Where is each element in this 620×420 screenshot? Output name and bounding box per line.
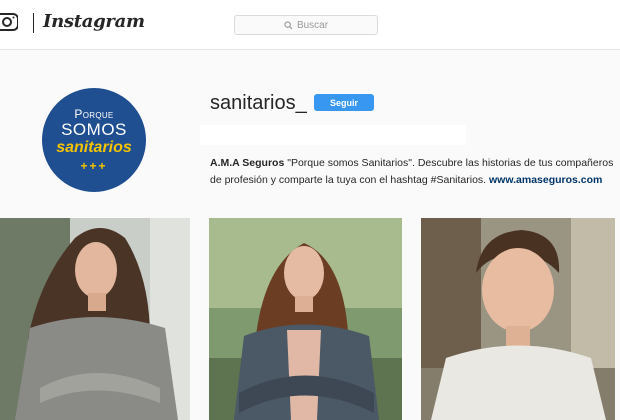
search-placeholder: Buscar bbox=[296, 19, 329, 31]
instagram-wordmark[interactable]: Instagram bbox=[43, 11, 145, 32]
nav-divider bbox=[33, 13, 34, 33]
avatar-text-sanitarios: sanitarios bbox=[56, 139, 132, 156]
follow-button[interactable]: Seguir bbox=[314, 94, 374, 111]
avatar-text-somos: SOMOS bbox=[61, 120, 127, 139]
post-photo-woman-grey-sweater bbox=[0, 218, 190, 420]
post-thumbnail[interactable] bbox=[209, 218, 402, 420]
post-thumbnail[interactable] bbox=[0, 218, 190, 420]
avatar-plus-signs: +++ bbox=[80, 159, 108, 173]
avatar-text-porque: Porque bbox=[74, 107, 114, 121]
search-input[interactable]: Buscar bbox=[234, 15, 378, 35]
search-icon bbox=[284, 20, 293, 29]
profile-username: sanitarios_ bbox=[210, 92, 307, 114]
post-photo-woman-grey-cardigan bbox=[209, 218, 402, 420]
top-nav: Instagram Buscar bbox=[0, 0, 620, 50]
post-thumbnail[interactable] bbox=[421, 218, 615, 420]
bio-website-link[interactable]: www.amaseguros.com bbox=[489, 174, 602, 186]
post-photo-young-man bbox=[421, 218, 615, 420]
stats-placeholder-bar bbox=[200, 125, 466, 145]
instagram-camera-icon[interactable] bbox=[0, 11, 18, 33]
profile-bio: A.M.A Seguros "Porque somos Sanitarios".… bbox=[210, 155, 615, 189]
bio-name: A.M.A Seguros bbox=[210, 157, 285, 169]
profile-avatar[interactable]: Porque SOMOS sanitarios +++ bbox=[42, 88, 146, 192]
